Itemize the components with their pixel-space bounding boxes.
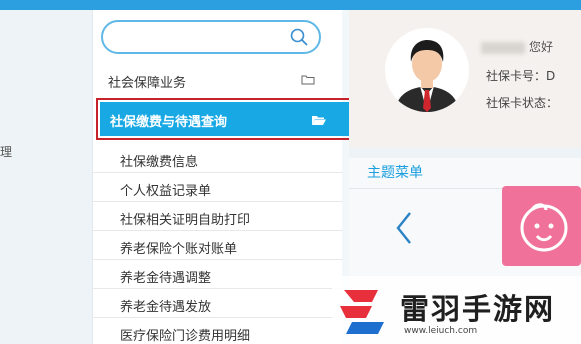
theme-tile[interactable] <box>502 186 581 266</box>
avatar <box>385 28 469 112</box>
watermark-url: www.leiuch.com <box>404 326 478 336</box>
active-item-label: 社保缴费与待遇查询 <box>110 115 228 130</box>
submenu: 社保缴费信息 个人权益记录单 社保相关证明自助打印 养老保险个账对账单 养老金待… <box>93 144 343 344</box>
greeting: 您好 <box>481 38 553 55</box>
section-label: 社会保障业务 <box>108 76 187 91</box>
submenu-item[interactable]: 养老金待遇发放 <box>93 289 343 318</box>
chevron-left-icon[interactable] <box>394 210 414 246</box>
card-number: 社保卡号：D <box>486 69 556 83</box>
folder-icon <box>301 75 315 85</box>
section-social-security[interactable]: 社会保障业务 <box>93 64 343 96</box>
baby-face-icon <box>520 203 568 252</box>
submenu-item[interactable]: 社保相关证明自助打印 <box>93 202 343 231</box>
theme-menu-title: 主题菜单 <box>367 165 423 181</box>
watermark-title: 雷羽手游网 <box>400 292 556 326</box>
submenu-item[interactable]: 养老金待遇调整 <box>93 260 343 289</box>
submenu-item[interactable]: 医疗保险门诊费用明细 <box>93 318 343 344</box>
redacted-name <box>481 41 525 54</box>
edge-text: 理 <box>0 145 13 159</box>
search-icon[interactable] <box>289 27 309 47</box>
sidebar: 社会保障业务 社保缴费与待遇查询 社保缴费信息 个人权益记录单 社保相关证明自助… <box>92 10 353 344</box>
submenu-item[interactable]: 养老保险个账对账单 <box>93 231 343 260</box>
watermark-logo-icon <box>340 290 384 334</box>
submenu-item[interactable]: 个人权益记录单 <box>93 173 343 202</box>
submenu-item[interactable]: 社保缴费信息 <box>93 144 343 173</box>
folder-open-icon <box>312 116 326 125</box>
left-gutter: 理 <box>0 10 92 344</box>
search-input[interactable] <box>101 20 321 54</box>
card-status: 社保卡状态： <box>486 96 559 110</box>
top-bar <box>0 0 581 10</box>
menu-item-contribution-query[interactable]: 社保缴费与待遇查询 <box>96 98 353 140</box>
divider <box>349 148 581 158</box>
avatar-icon <box>395 40 459 112</box>
profile-card: 您好 社保卡号：D 社保卡状态： <box>349 10 581 148</box>
watermark: 雷羽手游网 www.leiuch.com <box>332 276 581 344</box>
